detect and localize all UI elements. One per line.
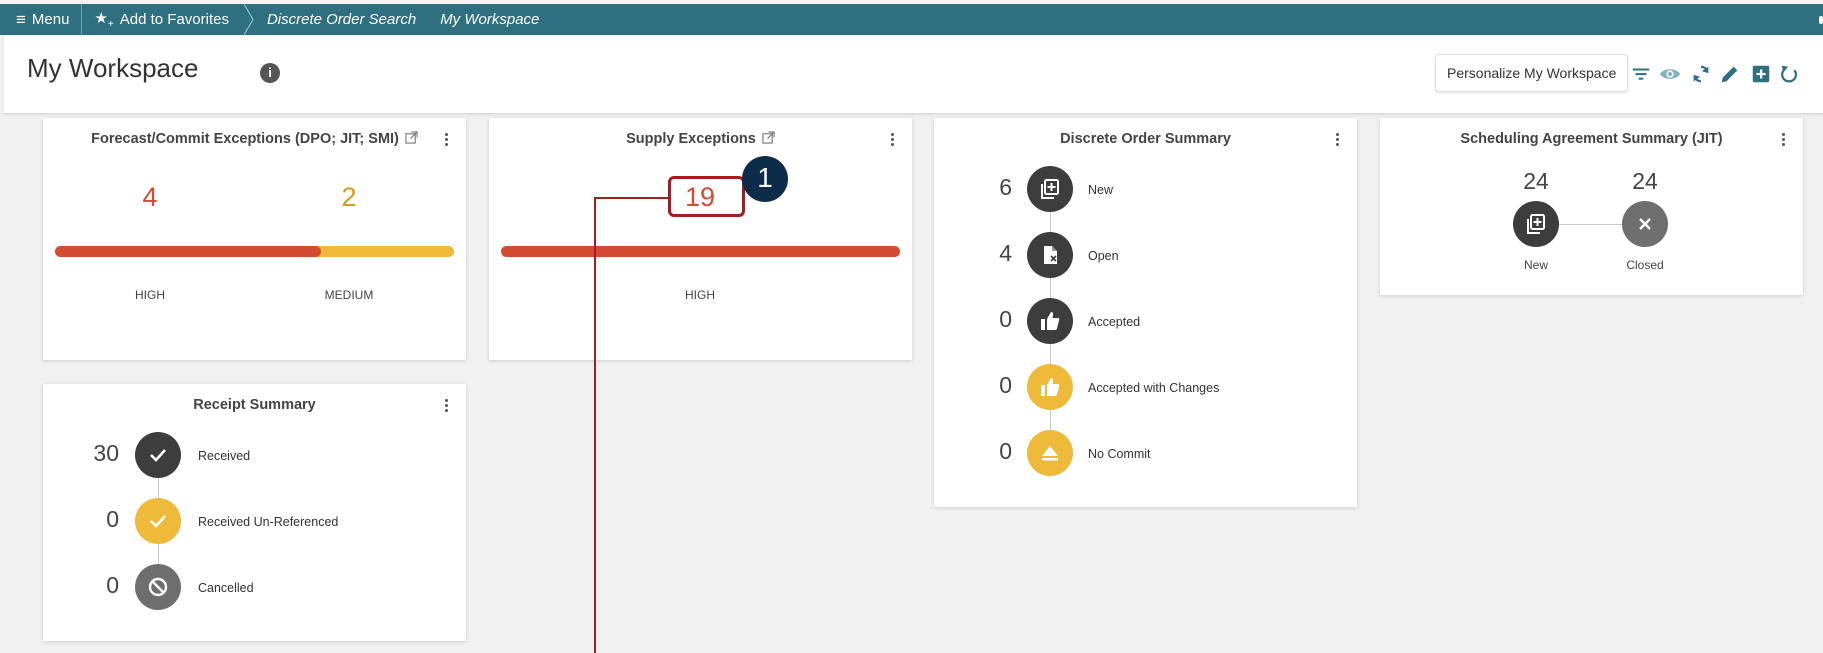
received-count[interactable]: 30 xyxy=(79,440,119,467)
received-unreferenced-count[interactable]: 0 xyxy=(79,506,119,533)
edit-icon[interactable] xyxy=(1719,63,1741,85)
add-to-favorites-button[interactable]: ★+ Add to Favorites xyxy=(82,4,243,35)
received-label: Received xyxy=(198,449,251,463)
new-count[interactable]: 24 xyxy=(1496,168,1576,195)
thumbs-up-icon[interactable] xyxy=(1027,364,1073,410)
thumbs-up-icon[interactable] xyxy=(1027,298,1073,344)
cancelled-label: Cancelled xyxy=(198,581,254,595)
no-commit-count[interactable]: 0 xyxy=(972,438,1012,465)
high-label: HIGH xyxy=(135,288,165,302)
undo-icon[interactable] xyxy=(1778,63,1800,85)
high-bar[interactable] xyxy=(55,246,321,257)
callout-connector-vertical xyxy=(594,197,596,653)
card-menu-icon[interactable] xyxy=(445,399,449,413)
page-title: My Workspace xyxy=(27,53,199,83)
new-count[interactable]: 6 xyxy=(972,174,1012,201)
check-icon[interactable] xyxy=(135,498,181,544)
accepted-with-changes-count[interactable]: 0 xyxy=(972,372,1012,399)
close-icon[interactable] xyxy=(1622,201,1668,247)
card-menu-icon[interactable] xyxy=(1336,133,1340,147)
external-link-icon[interactable] xyxy=(405,131,418,144)
callout-connector-horizontal xyxy=(594,197,669,199)
discrete-order-summary-card: Discrete Order Summary 6 New 4 Open 0 Ac… xyxy=(934,118,1357,507)
card-menu-icon[interactable] xyxy=(891,133,895,147)
favorites-label: Add to Favorites xyxy=(119,11,229,28)
refresh-icon[interactable] xyxy=(1690,63,1712,85)
eject-icon[interactable] xyxy=(1027,430,1073,476)
filter-icon[interactable] xyxy=(1630,63,1652,85)
eye-icon[interactable] xyxy=(1659,63,1681,85)
personalize-workspace-tooltip: Personalize My Workspace xyxy=(1435,54,1629,92)
breadcrumb-separator-icon xyxy=(243,4,255,35)
forecast-commit-exceptions-card: Forecast/Commit Exceptions (DPO; JIT; SM… xyxy=(43,118,466,360)
breadcrumb-discrete-order-search[interactable]: Discrete Order Search xyxy=(255,11,428,28)
callout-highlight-box xyxy=(668,176,745,217)
open-document-icon[interactable] xyxy=(1027,232,1073,278)
card-title: Scheduling Agreement Summary (JIT) xyxy=(1460,131,1723,147)
card-title: Discrete Order Summary xyxy=(1060,131,1231,147)
cancelled-count[interactable]: 0 xyxy=(79,572,119,599)
menu-button[interactable]: ≡ Menu xyxy=(0,4,83,35)
add-document-icon[interactable] xyxy=(1027,166,1073,212)
open-count[interactable]: 4 xyxy=(972,240,1012,267)
breadcrumb-my-workspace[interactable]: My Workspace xyxy=(428,11,551,28)
medium-count[interactable]: 2 xyxy=(309,182,389,213)
no-commit-label: No Commit xyxy=(1088,447,1151,461)
card-menu-icon[interactable] xyxy=(1782,133,1786,147)
card-title: Supply Exceptions xyxy=(489,131,912,147)
info-icon[interactable]: i xyxy=(260,63,280,83)
page-header: My Workspace i Personalize My Workspace xyxy=(4,35,1823,114)
external-link-icon[interactable] xyxy=(762,131,775,144)
receipt-summary-card: Receipt Summary 30 Received 0 Received U… xyxy=(43,384,466,641)
hamburger-icon: ≡ xyxy=(16,9,26,29)
add-box-icon[interactable] xyxy=(1750,63,1772,85)
overflow-icon[interactable] xyxy=(1819,16,1823,24)
accepted-with-changes-label: Accepted with Changes xyxy=(1088,381,1220,395)
card-menu-icon[interactable] xyxy=(445,133,449,147)
card-title: Receipt Summary xyxy=(193,397,316,413)
medium-label: MEDIUM xyxy=(324,288,374,302)
accepted-label: Accepted xyxy=(1088,315,1141,329)
add-document-icon[interactable] xyxy=(1513,201,1559,247)
scheduling-agreement-summary-card: Scheduling Agreement Summary (JIT) 24 24… xyxy=(1380,118,1803,295)
high-count[interactable]: 4 xyxy=(110,182,190,213)
closed-count[interactable]: 24 xyxy=(1605,168,1685,195)
callout-number-badge: 1 xyxy=(742,156,788,202)
closed-label: Closed xyxy=(1626,258,1664,272)
received-unreferenced-label: Received Un-Referenced xyxy=(198,515,339,529)
top-nav-bar: ≡ Menu ★+ Add to Favorites Discrete Orde… xyxy=(0,4,1823,35)
star-add-icon: ★+ xyxy=(94,10,114,30)
check-icon[interactable] xyxy=(135,432,181,478)
block-icon[interactable] xyxy=(135,564,181,610)
new-label: New xyxy=(1523,258,1548,272)
supply-exceptions-card: Supply Exceptions 19 HIGH xyxy=(489,118,912,360)
high-bar[interactable] xyxy=(501,246,900,257)
open-label: Open xyxy=(1088,249,1119,263)
new-label: New xyxy=(1088,183,1114,197)
accepted-count[interactable]: 0 xyxy=(972,306,1012,333)
card-title: Forecast/Commit Exceptions (DPO; JIT; SM… xyxy=(43,131,466,147)
menu-label: Menu xyxy=(31,11,70,28)
high-label: HIGH xyxy=(685,288,715,302)
